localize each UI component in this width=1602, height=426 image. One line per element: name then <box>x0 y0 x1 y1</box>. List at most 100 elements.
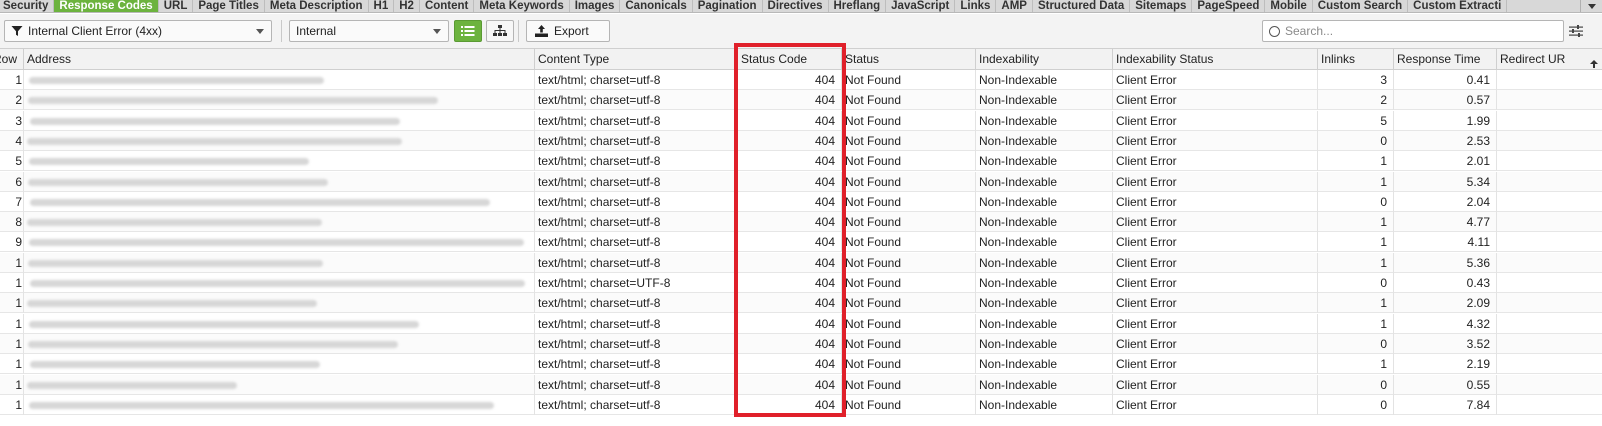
cell-response-time: 3.52 <box>1394 333 1497 354</box>
cell-status: Not Found <box>842 232 976 253</box>
cell-indexability-status: Client Error <box>1113 171 1318 192</box>
cell-status-code: 404 <box>736 252 842 273</box>
tab-images[interactable]: Images <box>570 0 621 12</box>
cell-inlinks: 0 <box>1318 374 1394 395</box>
table-row[interactable]: 1 text/html; charset=utf-8 404 Not Found Non… <box>0 394 1602 415</box>
cell-row-number: 1 <box>0 293 24 314</box>
redacted-url <box>27 219 322 227</box>
cell-redirect-url <box>1497 131 1602 151</box>
table-row[interactable]: 1 text/html; charset=UTF-8 404 Not Found Non… <box>0 273 1602 293</box>
export-icon <box>535 25 548 37</box>
tab-pagespeed[interactable]: PageSpeed <box>1192 0 1266 12</box>
table-row[interactable]: 1 text/html; charset=utf-8 404 Not Found Non… <box>0 374 1602 395</box>
cell-status: Not Found <box>842 374 976 395</box>
column-header-indexability[interactable]: Indexability <box>976 49 1113 69</box>
cell-row-number: 2 <box>0 90 24 111</box>
scope-select[interactable]: Internal <box>289 20 449 42</box>
tab-custom-search[interactable]: Custom Search <box>1313 0 1409 12</box>
export-button[interactable]: Export <box>526 20 610 42</box>
cell-status: Not Found <box>842 130 976 151</box>
cell-row-number: 8 <box>0 212 24 233</box>
tab-response-codes[interactable]: Response Codes <box>54 0 159 12</box>
tab-page-titles[interactable]: Page Titles <box>193 0 265 12</box>
tab-security[interactable]: Security <box>0 0 55 12</box>
tab-pagination[interactable]: Pagination <box>693 0 763 12</box>
search-input[interactable]: Search... <box>1262 20 1564 42</box>
table-row[interactable]: 4 text/html; charset=utf-8 404 Not Found Non… <box>0 130 1602 151</box>
cell-status: Not Found <box>842 252 976 273</box>
tab-hreflang[interactable]: Hreflang <box>829 0 887 12</box>
column-header-redirect-url[interactable]: Redirect UR <box>1497 49 1602 69</box>
results-table: Row Address Content Type Status Code Sta… <box>0 48 1602 426</box>
table-row[interactable]: 1 text/html; charset=utf-8 404 Not Found Non… <box>0 333 1602 354</box>
table-row[interactable]: 6 text/html; charset=utf-8 404 Not Found Non… <box>0 171 1602 192</box>
column-header-status[interactable]: Status <box>842 49 976 69</box>
cell-inlinks: 0 <box>1318 394 1394 415</box>
table-row[interactable]: 1 text/html; charset=utf-8 404 Not Found Non… <box>0 354 1602 375</box>
column-header-response-time[interactable]: Response Time <box>1394 49 1497 69</box>
table-row[interactable]: 2 text/html; charset=utf-8 404 Not Found Non… <box>0 90 1602 111</box>
tab-javascript[interactable]: JavaScript <box>886 0 956 12</box>
tab-custom-extraction[interactable]: Custom Extracti <box>1408 0 1508 12</box>
cell-indexability-status: Client Error <box>1113 90 1318 111</box>
cell-inlinks: 5 <box>1318 110 1394 131</box>
redacted-url <box>28 340 398 348</box>
table-row[interactable]: 5 text/html; charset=utf-8 404 Not Found Non… <box>0 151 1602 172</box>
table-row[interactable]: 3 text/html; charset=utf-8 404 Not Found Non… <box>0 110 1602 131</box>
cell-inlinks: 2 <box>1318 90 1394 111</box>
tab-h2[interactable]: H2 <box>394 0 420 12</box>
tab-meta-description[interactable]: Meta Description <box>265 0 369 12</box>
tab-links[interactable]: Links <box>955 0 997 12</box>
cell-status: Not Found <box>842 333 976 354</box>
cell-row-number: 6 <box>0 171 24 192</box>
tab-structured-data[interactable]: Structured Data <box>1033 0 1131 12</box>
column-header-address[interactable]: Address <box>24 49 535 69</box>
column-settings-button[interactable] <box>1568 23 1584 39</box>
cell-response-time: 2.09 <box>1394 293 1497 314</box>
cell-inlinks: 1 <box>1318 212 1394 233</box>
chevron-down-icon <box>433 28 441 34</box>
list-view-button[interactable] <box>454 20 482 42</box>
tab-sitemaps[interactable]: Sitemaps <box>1130 0 1193 12</box>
column-header-status-code[interactable]: Status Code <box>736 49 842 69</box>
table-row[interactable]: 7 text/html; charset=utf-8 404 Not Found Non… <box>0 191 1602 212</box>
cell-address <box>24 130 535 151</box>
redacted-url <box>29 77 324 84</box>
cell-content-type: text/html; charset=utf-8 <box>535 252 736 273</box>
tab-canonicals[interactable]: Canonicals <box>620 0 693 12</box>
tab-h1[interactable]: H1 <box>369 0 395 12</box>
filter-select[interactable]: Internal Client Error (4xx) <box>4 20 272 42</box>
cell-redirect-url <box>1497 253 1602 273</box>
cell-inlinks: 0 <box>1318 130 1394 151</box>
cell-inlinks: 3 <box>1318 70 1394 90</box>
tab-overflow-dropdown[interactable] <box>1580 0 1602 12</box>
column-header-indexability-status[interactable]: Indexability Status <box>1113 49 1318 69</box>
column-header-content-type[interactable]: Content Type <box>535 49 736 69</box>
cell-indexability: Non-Indexable <box>976 212 1113 233</box>
column-header-inlinks[interactable]: Inlinks <box>1318 49 1394 69</box>
table-row[interactable]: 1 text/html; charset=utf-8 404 Not Found Non… <box>0 70 1602 90</box>
cell-status-code: 404 <box>736 151 842 172</box>
table-row[interactable]: 1 text/html; charset=utf-8 404 Not Found Non… <box>0 313 1602 334</box>
column-header-row[interactable]: Row <box>0 49 24 69</box>
cell-status: Not Found <box>842 273 976 293</box>
cell-response-time: 1.99 <box>1394 110 1497 131</box>
tree-view-button[interactable] <box>486 20 514 42</box>
cell-inlinks: 0 <box>1318 273 1394 293</box>
tab-meta-keywords[interactable]: Meta Keywords <box>474 0 570 12</box>
tab-url[interactable]: URL <box>159 0 194 12</box>
tab-content[interactable]: Content <box>420 0 475 12</box>
sort-arrow-icon <box>1590 54 1598 69</box>
table-row[interactable]: 9 text/html; charset=utf-8 404 Not Found Non… <box>0 232 1602 253</box>
cell-indexability: Non-Indexable <box>976 171 1113 192</box>
table-row[interactable]: 1 text/html; charset=utf-8 404 Not Found Non… <box>0 252 1602 273</box>
tab-amp[interactable]: AMP <box>996 0 1033 12</box>
cell-status-code: 404 <box>736 374 842 395</box>
toolbar: Internal Client Error (4xx) Internal Exp… <box>0 14 1602 48</box>
tab-directives[interactable]: Directives <box>763 0 829 12</box>
table-row[interactable]: 1 text/html; charset=utf-8 404 Not Found Non… <box>0 293 1602 314</box>
cell-response-time: 7.84 <box>1394 394 1497 415</box>
tab-mobile[interactable]: Mobile <box>1265 0 1313 12</box>
table-row[interactable]: 8 text/html; charset=utf-8 404 Not Found Non… <box>0 212 1602 233</box>
chevron-down-icon <box>256 28 264 34</box>
